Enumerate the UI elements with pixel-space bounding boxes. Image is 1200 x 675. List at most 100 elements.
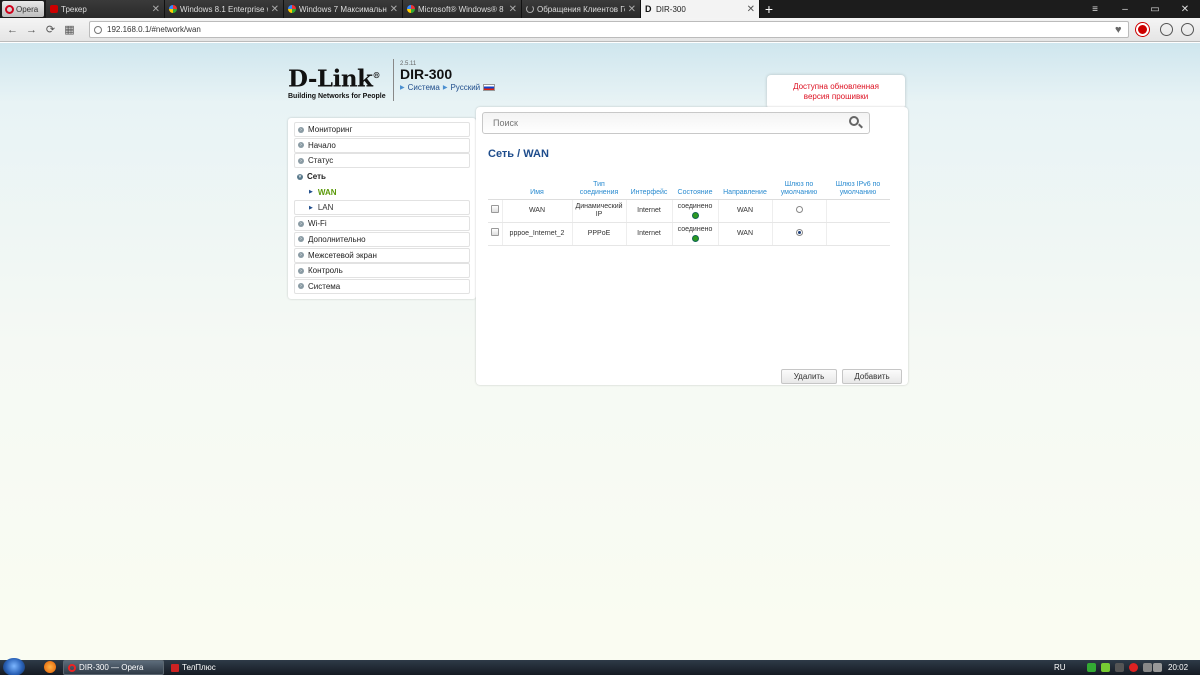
column-header-default-gateway[interactable]: Шлюз по умолчанию xyxy=(772,177,826,200)
url-field[interactable]: 192.168.0.1/#network/wan xyxy=(89,21,1129,38)
reload-icon[interactable]: ⟳ xyxy=(44,23,57,36)
adblock-extension-icon[interactable] xyxy=(1136,23,1149,36)
sidebar-item-system[interactable]: › Система xyxy=(294,278,470,294)
main-panel: Сеть / WAN Имя Тип соединения Интерфейс … xyxy=(476,107,908,385)
volume-tray-icon[interactable] xyxy=(1153,663,1162,672)
sidebar-item-wifi[interactable]: › Wi-Fi xyxy=(294,216,470,232)
sidebar-item-network[interactable]: ˅ Сеть xyxy=(294,169,470,184)
settings-icon[interactable] xyxy=(1181,23,1194,36)
language-indicator[interactable]: RU xyxy=(1054,663,1066,672)
default-gateway-radio[interactable] xyxy=(795,205,803,213)
start-button[interactable] xyxy=(3,658,25,675)
clock[interactable]: 20:02 xyxy=(1168,663,1188,672)
sidebar-item-control[interactable]: › Контроль xyxy=(294,263,470,279)
sidebar-item-status[interactable]: › Статус xyxy=(294,153,470,169)
opera-icon xyxy=(68,663,76,672)
tab-menu-icon[interactable]: ≡ xyxy=(1080,0,1110,18)
tab-close-icon[interactable]: ✕ xyxy=(509,4,517,15)
column-header-interface[interactable]: Интерфейс xyxy=(626,177,672,200)
minimize-icon[interactable]: – xyxy=(1110,0,1140,18)
sidebar-item-label: Начало xyxy=(308,140,336,150)
sidebar-item-start[interactable]: › Начало xyxy=(294,137,470,153)
google-favicon-icon xyxy=(407,5,415,13)
sidebar-item-firewall[interactable]: › Межсетевой экран xyxy=(294,247,470,263)
windows-taskbar: DIR-300 — Opera ТелПлюс RU 20:02 xyxy=(0,658,1200,675)
window-controls: ≡ – ▭ ✕ xyxy=(1080,0,1200,18)
system-menu-link[interactable]: Система xyxy=(408,83,440,92)
collapse-icon: ˅ xyxy=(297,173,303,180)
header-divider xyxy=(393,59,394,101)
router-admin-page: D-Link® Building Networks for People 2.5… xyxy=(0,43,1200,660)
default-gateway-radio[interactable] xyxy=(795,228,803,236)
utorrent-tray-icon[interactable] xyxy=(1087,663,1096,672)
table-row[interactable]: pppoe_Internet_2 PPPoE Internet соединен… xyxy=(488,222,890,246)
taskbar-task-telplus[interactable]: ТелПлюс xyxy=(166,660,246,675)
column-header-type[interactable]: Тип соединения xyxy=(572,177,626,200)
opera-logo-icon xyxy=(5,4,14,14)
sidebar-subitem-lan[interactable]: ▶ LAN xyxy=(294,200,470,216)
maximize-icon[interactable]: ▭ xyxy=(1140,0,1170,18)
download-icon[interactable] xyxy=(1160,23,1173,36)
bookmark-heart-icon[interactable]: ♥ xyxy=(1115,24,1122,36)
back-arrow-icon[interactable]: ← xyxy=(6,24,19,36)
display-tray-icon[interactable] xyxy=(1115,663,1124,672)
add-button[interactable]: Добавить xyxy=(842,369,902,384)
language-menu-link[interactable]: Русский xyxy=(450,83,480,92)
network-tray-icon[interactable] xyxy=(1143,663,1152,672)
new-tab-button[interactable]: + xyxy=(760,0,778,18)
sidebar-item-monitoring[interactable]: › Мониторинг xyxy=(294,122,470,137)
forward-arrow-icon[interactable]: → xyxy=(25,24,38,36)
sidebar-item-label: Статус xyxy=(308,156,334,166)
tab-close-icon[interactable]: ✕ xyxy=(152,4,160,15)
tab-close-icon[interactable]: ✕ xyxy=(390,4,398,15)
cell-direction: WAN xyxy=(718,222,773,246)
connected-status-icon xyxy=(691,234,699,242)
google-favicon-icon xyxy=(288,5,296,13)
table-row[interactable]: WAN Динамический IP Internet соединено W… xyxy=(488,199,890,223)
connected-status-icon xyxy=(691,211,699,219)
tab-microsoft-windows8[interactable]: Microsoft® Windows® 8 ✕ xyxy=(403,0,522,18)
tab-close-icon[interactable]: ✕ xyxy=(747,4,755,15)
cell-name: WAN xyxy=(502,199,573,223)
expand-icon: › xyxy=(298,142,304,149)
cell-default-gateway xyxy=(772,222,827,246)
delete-button[interactable]: Удалить xyxy=(781,369,837,384)
nvidia-tray-icon[interactable] xyxy=(1101,663,1110,672)
column-header-state[interactable]: Состояние xyxy=(672,177,718,200)
tab-windows7[interactable]: Windows 7 Максимальн ✕ xyxy=(284,0,403,18)
header-menu: ▶ Система ▶ Русский xyxy=(400,83,496,92)
column-header-name[interactable]: Имя xyxy=(502,177,572,200)
firefox-icon[interactable] xyxy=(44,661,56,673)
tab-tracker[interactable]: Трекер ✕ xyxy=(46,0,165,18)
opera-menu-button[interactable]: Opera xyxy=(2,1,44,17)
firmware-update-notice[interactable]: Доступна обновленная версия прошивки xyxy=(767,75,905,109)
page-title: Сеть / WAN xyxy=(488,148,549,160)
task-label: DIR-300 — Opera xyxy=(79,663,144,672)
sidebar-item-advanced[interactable]: › Дополнительно xyxy=(294,231,470,247)
search-icon[interactable] xyxy=(849,116,859,126)
loading-spinner-icon xyxy=(526,5,534,13)
sidebar-subitem-wan[interactable]: ▶ WAN xyxy=(294,185,470,200)
opera-menu-label: Opera xyxy=(16,4,39,14)
url-text: 192.168.0.1/#network/wan xyxy=(107,25,201,34)
expand-icon: › xyxy=(298,236,304,243)
expand-icon: › xyxy=(298,252,304,258)
opera-tray-icon[interactable] xyxy=(1129,663,1138,672)
column-header-direction[interactable]: Направление xyxy=(718,177,772,200)
tab-close-icon[interactable]: ✕ xyxy=(628,4,636,15)
tab-close-icon[interactable]: ✕ xyxy=(271,4,279,15)
tab-client-requests[interactable]: Обращения Клиентов Го ✕ xyxy=(522,0,641,18)
tab-windows81[interactable]: Windows 8.1 Enterprise w ✕ xyxy=(165,0,284,18)
telplus-icon xyxy=(171,663,179,672)
row-checkbox[interactable] xyxy=(490,228,499,236)
task-label: ТелПлюс xyxy=(182,663,216,672)
column-header-ipv6-gateway[interactable]: Шлюз IPv6 по умолчанию xyxy=(826,177,890,200)
taskbar-task-opera[interactable]: DIR-300 — Opera xyxy=(63,660,164,675)
tab-dir300[interactable]: D DIR-300 ✕ xyxy=(641,0,760,18)
search-input[interactable] xyxy=(482,112,870,134)
speed-dial-grid-icon[interactable]: ▦ xyxy=(63,23,76,36)
close-window-icon[interactable]: ✕ xyxy=(1170,0,1200,18)
sidebar-item-label: Сеть xyxy=(307,172,326,182)
russian-flag-icon xyxy=(483,84,496,91)
row-checkbox[interactable] xyxy=(490,205,499,213)
